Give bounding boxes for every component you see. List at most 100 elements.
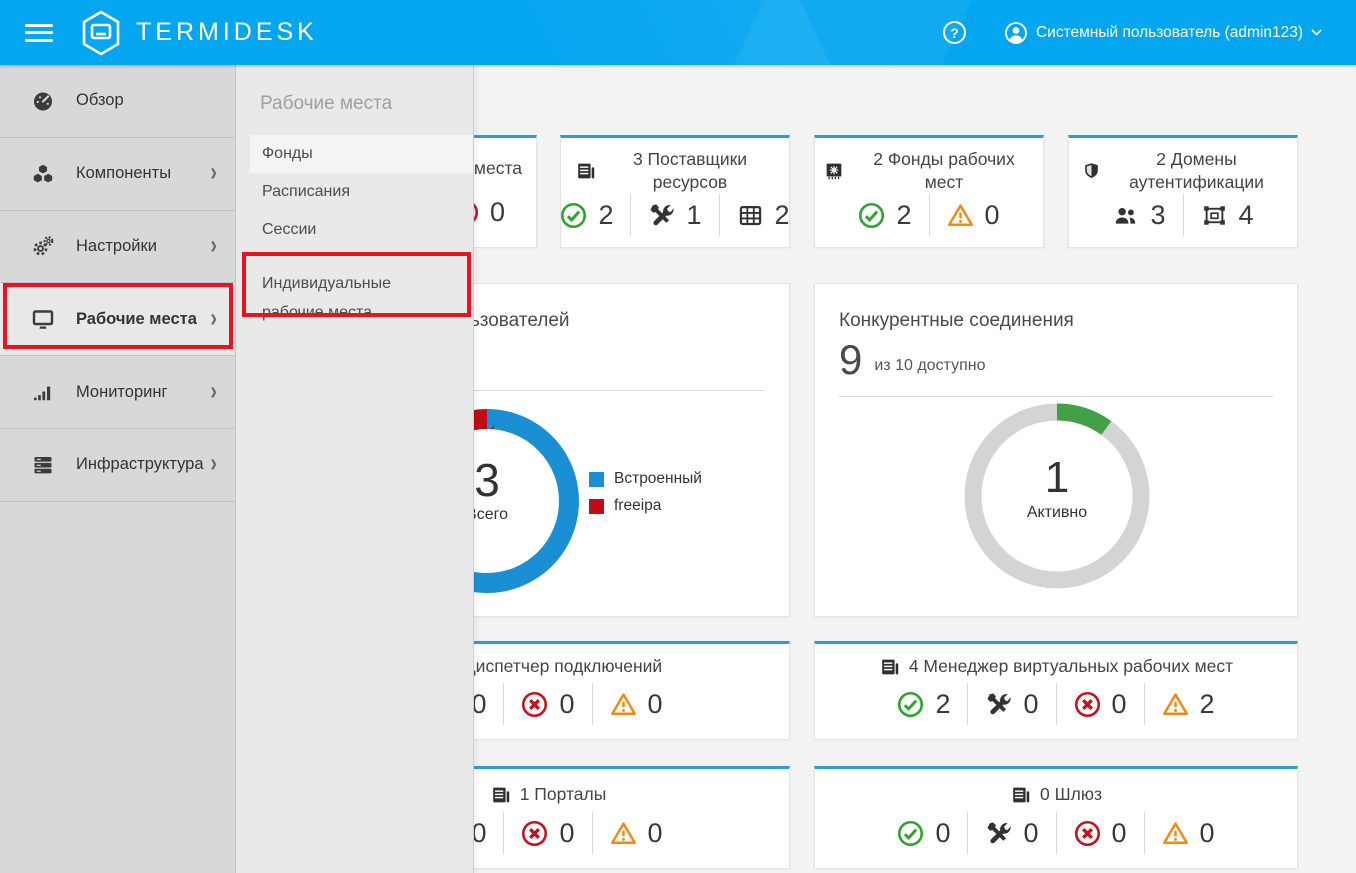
stat-ok: 2 (841, 200, 928, 231)
warning-icon (610, 820, 637, 847)
document-icon (575, 160, 597, 182)
available-caption: из 10 доступно (874, 357, 985, 382)
stat-groups: 4 (1184, 200, 1271, 231)
document-icon (879, 656, 901, 678)
error-circle-icon (1074, 691, 1101, 718)
hamburger-menu-icon[interactable] (22, 20, 56, 46)
user-name: Системный пользователь (admin123) (1036, 24, 1303, 42)
card-resource-providers: 3 Поставщики ресурсов 2 1 2 (560, 135, 790, 248)
legend-item: Встроенный (589, 470, 702, 488)
tools-icon (648, 202, 675, 229)
servers-icon (30, 453, 56, 477)
available-count: 9 (839, 338, 862, 382)
check-circle-icon (858, 202, 885, 229)
check-circle-icon (897, 691, 924, 718)
sidebar-item-label: Рабочие места (76, 310, 210, 329)
chevron-right-icon: › (210, 377, 217, 407)
stat-ok: 0 (880, 818, 967, 849)
card-title: 0 Шлюз (1040, 783, 1102, 806)
sidebar-item-components[interactable]: Компоненты › (0, 138, 235, 211)
error-circle-icon (521, 691, 548, 718)
card-title: 2 Фонды рабочих мест (853, 148, 1035, 194)
workplaces-submenu-panel: Рабочие места Фонды Расписания Сессии Ин… (236, 65, 474, 873)
donut-active: 1 (957, 454, 1157, 502)
card-title: 2 Домены аутентификации (1109, 148, 1284, 194)
stat-ok: 2 (880, 689, 967, 720)
stat-warnings: 0 (593, 689, 680, 720)
monitor-icon (30, 307, 56, 331)
card-title: 4 Менеджер виртуальных рабочих мест (909, 655, 1233, 678)
users-icon (1112, 202, 1139, 229)
sidebar-item-label: Инфраструктура (76, 455, 210, 474)
gears-icon (30, 234, 56, 258)
stat-ok: 2 (543, 200, 630, 231)
cubes-icon (30, 162, 56, 186)
termidesk-hexagon-icon (80, 10, 122, 56)
chevron-right-icon: › (210, 450, 217, 480)
error-circle-icon (521, 820, 548, 847)
sidebar-item-label: Мониторинг (76, 383, 210, 402)
sidebar-item-settings[interactable]: Настройки › (0, 211, 235, 284)
chevron-right-icon: › (210, 159, 217, 189)
stat-maintenance: 0 (968, 818, 1055, 849)
legend-swatch (589, 499, 604, 514)
donut-active-label: Активно (957, 504, 1157, 522)
check-circle-icon (560, 202, 587, 229)
tools-icon (985, 691, 1012, 718)
chip-icon (823, 160, 845, 182)
shield-icon (1082, 160, 1101, 182)
sidebar-item-monitoring[interactable]: Мониторинг › (0, 356, 235, 429)
stat-users: 3 (1095, 200, 1182, 231)
submenu-item-schedules[interactable]: Расписания (236, 173, 473, 211)
signal-icon (30, 380, 56, 404)
top-bar: TERMIDESK ? Системный пользователь (admi… (0, 0, 1356, 65)
chevron-down-icon (1311, 29, 1322, 36)
warning-icon (947, 202, 974, 229)
warning-icon (1162, 691, 1189, 718)
error-circle-icon (1074, 820, 1101, 847)
sidebar-item-label: Настройки (76, 237, 210, 256)
sidebar: Обзор Компоненты › Настройки › Рабочие м… (0, 65, 236, 873)
card-title: 3 Поставщики ресурсов (605, 148, 775, 194)
sidebar-item-label: Компоненты (76, 164, 210, 183)
card-concurrent-connections: Конкурентные соединения 9 из 10 доступно… (814, 283, 1298, 617)
warning-icon (610, 691, 637, 718)
submenu-item-pools[interactable]: Фонды (250, 135, 473, 173)
stat-warnings: 2 (1145, 689, 1232, 720)
sidebar-item-infrastructure[interactable]: Инфраструктура › (0, 429, 235, 502)
card-title: 1 Порталы (520, 783, 607, 806)
app-logo[interactable]: TERMIDESK (80, 10, 318, 56)
app-name: TERMIDESK (136, 18, 318, 47)
check-circle-icon (897, 820, 924, 847)
stat-errors: 0 (1057, 818, 1144, 849)
sidebar-item-label: Обзор (76, 91, 217, 110)
submenu-item-sessions[interactable]: Сессии (236, 211, 473, 249)
submenu-item-individual-workplaces[interactable]: Индивидуальные рабочие места (236, 259, 426, 337)
stat-warnings: 0 (593, 818, 680, 849)
document-icon (490, 784, 512, 806)
document-icon (1010, 784, 1032, 806)
sidebar-item-overview[interactable]: Обзор (0, 65, 235, 138)
card-title: Диспетчер подключений (464, 655, 662, 678)
tools-icon (985, 820, 1012, 847)
sidebar-item-workplaces[interactable]: Рабочие места › (0, 283, 235, 356)
user-menu[interactable]: Системный пользователь (admin123) (1004, 21, 1330, 45)
warning-icon (1162, 820, 1189, 847)
card-auth-domains: 2 Домены аутентификации 3 4 (1068, 135, 1298, 248)
chart-title: Конкурентные соединения (815, 284, 1297, 332)
object-group-icon (1201, 202, 1228, 229)
user-avatar-icon (1004, 21, 1028, 45)
stat-maintenance: 1 (631, 200, 718, 231)
card-workplace-pools: 2 Фонды рабочих мест 2 0 (814, 135, 1044, 248)
chevron-right-icon: › (210, 232, 217, 262)
stat-errors: 0 (504, 689, 591, 720)
chevron-right-icon: › (210, 304, 217, 334)
help-icon[interactable]: ? (943, 21, 966, 44)
legend-item: freeipa (589, 497, 702, 515)
chart-legend: Встроенный freeipa (589, 470, 702, 524)
stat-warnings: 0 (930, 200, 1017, 231)
card-vdi-manager: 4 Менеджер виртуальных рабочих мест 2 0 … (814, 641, 1298, 740)
dashboard-icon (30, 89, 56, 113)
stat-warnings: 0 (1145, 818, 1232, 849)
stat-maintenance: 0 (968, 689, 1055, 720)
